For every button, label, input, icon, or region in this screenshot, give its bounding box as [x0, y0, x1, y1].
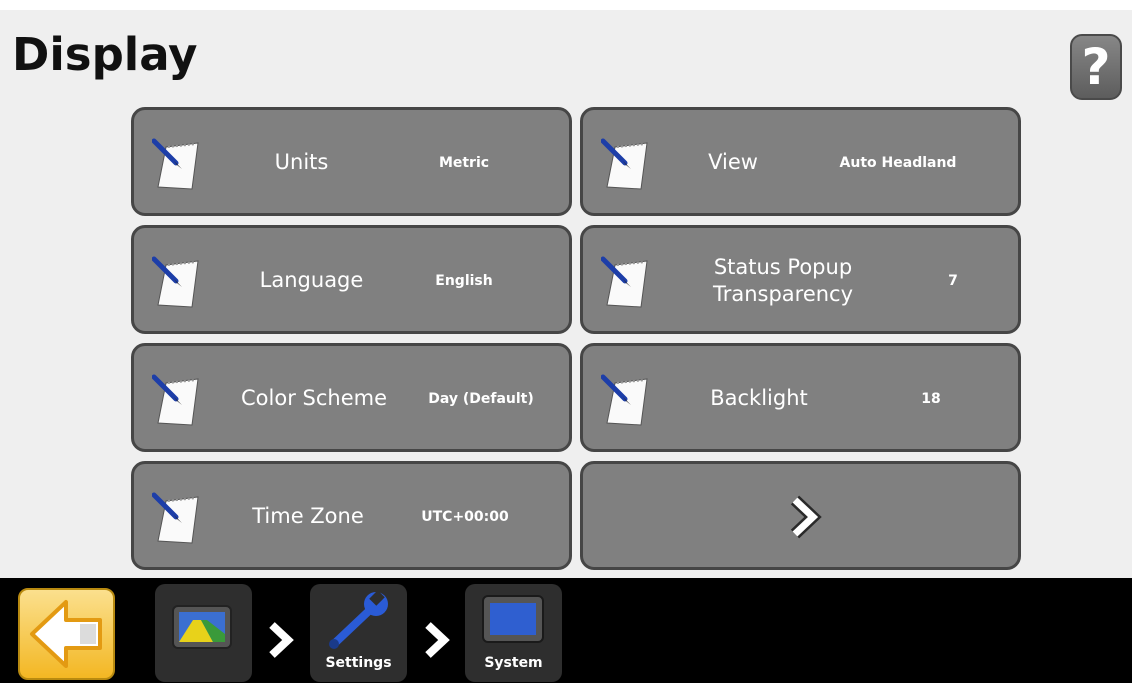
help-button[interactable]: ? — [1070, 34, 1122, 100]
status-popup-transparency-setting-button[interactable]: Status Popup Transparency 7 — [580, 225, 1021, 334]
main-content: Display ? Units Metric View Auto Headlan… — [0, 10, 1132, 578]
language-setting-button[interactable]: Language English — [131, 225, 572, 334]
chevron-right-icon — [790, 495, 822, 539]
back-button[interactable] — [18, 588, 115, 680]
tile-label-line1: Status Popup — [713, 255, 853, 279]
breadcrumb-settings[interactable]: Settings — [310, 584, 407, 682]
edit-note-icon — [152, 492, 199, 544]
tile-value: Auto Headland — [839, 155, 957, 171]
tile-label: Time Zone — [252, 504, 364, 528]
tile-label: Units — [274, 150, 329, 174]
breadcrumb-bar: Settings System — [0, 578, 1132, 683]
back-arrow-icon — [30, 600, 102, 668]
tile-value: 7 — [948, 273, 958, 289]
tile-value: UTC+00:00 — [421, 509, 509, 525]
tile-label: View — [708, 150, 758, 174]
color-scheme-setting-button[interactable]: Color Scheme Day (Default) — [131, 343, 572, 452]
page-title: Display — [12, 28, 198, 81]
time-zone-setting-button[interactable]: Time Zone UTC+00:00 — [131, 461, 572, 570]
edit-note-icon — [601, 374, 648, 426]
help-icon: ? — [1081, 38, 1111, 96]
tile-value: Metric — [438, 155, 490, 171]
breadcrumb-home[interactable] — [155, 584, 252, 682]
edit-note-icon — [152, 256, 199, 308]
tile-label: Backlight — [710, 386, 808, 410]
edit-note-icon — [152, 138, 199, 190]
top-strip — [0, 0, 1132, 10]
edit-note-icon — [601, 138, 648, 190]
edit-note-icon — [152, 374, 199, 426]
tile-value: English — [435, 273, 493, 289]
breadcrumb-separator-icon — [269, 622, 294, 658]
tile-label: Language — [259, 268, 364, 292]
next-page-button[interactable] — [580, 461, 1021, 570]
view-setting-button[interactable]: View Auto Headland — [580, 107, 1021, 216]
tile-label: Color Scheme — [241, 386, 387, 410]
tile-value: Day (Default) — [428, 391, 534, 407]
guidance-display-icon — [172, 605, 232, 649]
breadcrumb-system[interactable]: System — [465, 584, 562, 682]
breadcrumb-separator-icon — [425, 622, 450, 658]
backlight-setting-button[interactable]: Backlight 18 — [580, 343, 1021, 452]
breadcrumb-label: Settings — [325, 655, 392, 671]
units-setting-button[interactable]: Units Metric — [131, 107, 572, 216]
breadcrumb-label: System — [484, 655, 543, 671]
tile-value: 18 — [921, 391, 941, 407]
edit-note-icon — [601, 256, 648, 308]
display-settings-screen: Display ? Units Metric View Auto Headlan… — [0, 0, 1132, 683]
tile-label-line2: Transparency — [712, 282, 854, 306]
